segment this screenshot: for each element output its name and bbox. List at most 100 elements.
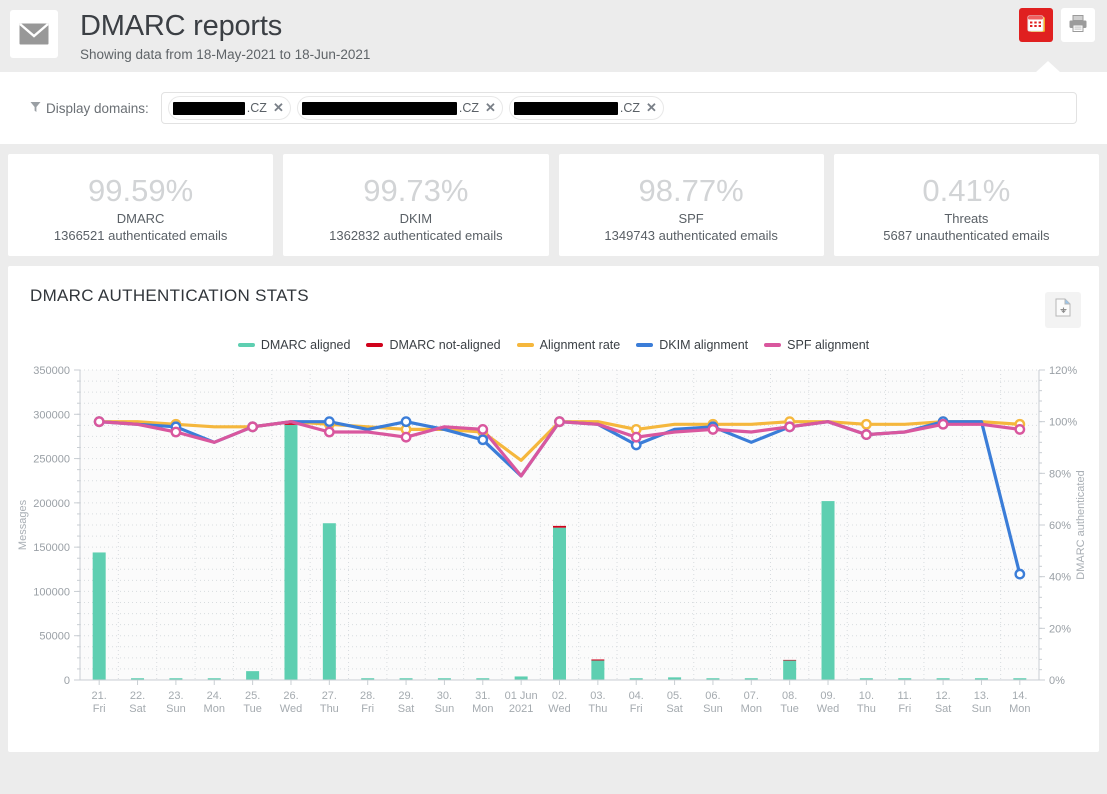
point-marker[interactable] [477,434,489,446]
stat-label: DKIM [399,211,433,226]
legend-swatch [764,343,782,347]
y2-tick-label: 20% [1049,623,1071,635]
point-marker[interactable] [323,426,335,438]
x-tick-label: 30. Sun [435,690,455,715]
legend-item[interactable]: SPF alignment [764,338,869,352]
domain-chips-input[interactable]: .CZ ✕ .CZ ✕ .CZ ✕ [160,92,1077,124]
close-icon[interactable]: ✕ [485,100,496,116]
stat-detail: 1366521 authenticated emails [53,228,228,243]
bar-dmarc-aligned[interactable] [514,676,528,680]
domain-suffix: .CZ [458,101,479,115]
stat-percent: 99.59% [88,173,194,208]
x-tick-label: 31. Mon [472,690,493,715]
y2-tick-label: 40% [1049,572,1071,584]
domain-suffix: .CZ [619,101,641,115]
bar-dmarc-aligned[interactable] [821,501,835,680]
bar-dmarc-not-aligned[interactable] [591,659,605,661]
stat-percent: 0.41% [922,173,1011,208]
point-marker[interactable] [554,416,565,428]
y2-tick-label: 80% [1049,468,1071,480]
bar-dmarc-aligned[interactable] [553,527,566,680]
calendar-button[interactable] [1019,8,1053,42]
domain-chip[interactable]: .CZ ✕ [167,96,291,120]
point-marker[interactable] [323,416,335,428]
legend-label: SPF alignment [787,338,870,352]
point-marker[interactable] [860,429,872,440]
x-tick-label: 22. Sat [129,690,146,715]
bar-dmarc-aligned[interactable] [92,552,106,680]
redacted-domain-name [513,101,618,115]
title-block: DMARC reports Showing data from 18-May-2… [80,8,370,62]
legend-label: DKIM alignment [659,338,749,352]
close-icon[interactable]: ✕ [646,100,657,116]
print-button[interactable] [1061,8,1095,42]
point-marker[interactable] [1014,424,1026,435]
x-tick-label: 09. Wed [817,690,839,715]
stat-card-dkim: 99.73% DKIM 1362832 authenticated emails [283,154,549,256]
domain-chip[interactable]: .CZ ✕ [508,96,664,120]
stat-detail: 5687 unauthenticated emails [883,228,1050,243]
point-marker[interactable] [860,418,872,430]
legend-swatch [516,343,534,347]
close-icon[interactable]: ✕ [273,100,284,116]
stat-detail: 1362832 authenticated emails [329,228,503,243]
y-tick-label: 50000 [39,631,70,643]
point-marker[interactable] [247,421,259,433]
legend-swatch [237,343,255,347]
y2-tick-label: 120% [1049,365,1077,377]
display-domains-label: Display domains: [30,101,149,116]
legend-item[interactable]: DKIM alignment [636,338,748,352]
legend-label: DMARC aligned [260,338,351,352]
chart-plot-area: 0 50000 100000 150000 200000 250000 300000 3500… [8,362,1099,752]
bar-dmarc-not-aligned[interactable] [553,525,566,528]
point-marker[interactable] [937,418,949,430]
bar-dmarc-aligned[interactable] [246,671,260,680]
x-tick-label: 03. Thu [588,690,607,715]
legend-label: DMARC not-aligned [389,338,501,352]
export-button[interactable] [1045,292,1081,328]
x-tick-label: 01 Jun 2021 [505,690,538,715]
export-document-icon [1055,298,1072,322]
point-marker[interactable] [93,416,105,428]
point-marker[interactable] [630,431,642,443]
printer-icon [1068,14,1088,36]
bar-dmarc-aligned[interactable] [783,660,797,680]
y2-tick-label: 100% [1049,417,1077,429]
stat-card-dmarc: 99.59% DMARC 1366521 authenticated emails [8,154,274,256]
bar-dmarc-aligned[interactable] [322,523,336,680]
stat-percent: 99.73% [363,173,469,208]
stat-detail: 1349743 authenticated emails [604,228,778,243]
point-marker[interactable] [1014,568,1026,580]
x-tick-label: 11. Fri [897,690,911,715]
x-tick-label: 07. Mon [741,690,762,715]
x-tick-label: 05. Sat [666,690,683,715]
point-marker[interactable] [477,424,489,435]
x-tick-label: 02. Wed [548,690,570,715]
point-marker[interactable] [400,416,412,428]
domain-suffix: .CZ [246,101,267,115]
x-tick-label: 04. Fri [629,690,644,715]
point-marker[interactable] [170,426,182,438]
domain-chip[interactable]: .CZ ✕ [296,96,503,120]
bar-dmarc-aligned[interactable] [284,424,298,680]
y2-tick-label: 0% [1049,675,1065,687]
point-marker[interactable] [707,424,719,435]
x-tick-label: 24. Mon [204,690,225,715]
x-tick-label: 29. Sat [398,690,415,715]
legend-item[interactable]: DMARC not-aligned [366,338,501,352]
point-marker[interactable] [784,421,796,433]
bar-dmarc-aligned[interactable] [591,660,605,680]
bar-dmarc-not-aligned[interactable] [783,659,797,661]
legend-swatch [636,343,654,347]
summary-stats-row: 99.59% DMARC 1366521 authenticated emails 9… [0,144,1107,256]
page-subtitle: Showing data from 18-May-2021 to 18-Jun-… [80,47,371,62]
x-tick-label: 23. Sun [166,690,186,715]
point-marker[interactable] [400,431,412,443]
y-tick-label: 250000 [33,454,70,466]
y2-tick-label: 60% [1049,520,1071,532]
legend-item[interactable]: Alignment rate [516,338,620,352]
funnel-icon [30,101,41,116]
legend-item[interactable]: DMARC aligned [237,338,351,352]
y-tick-label: 100000 [33,586,70,598]
calendar-icon [1027,14,1046,36]
